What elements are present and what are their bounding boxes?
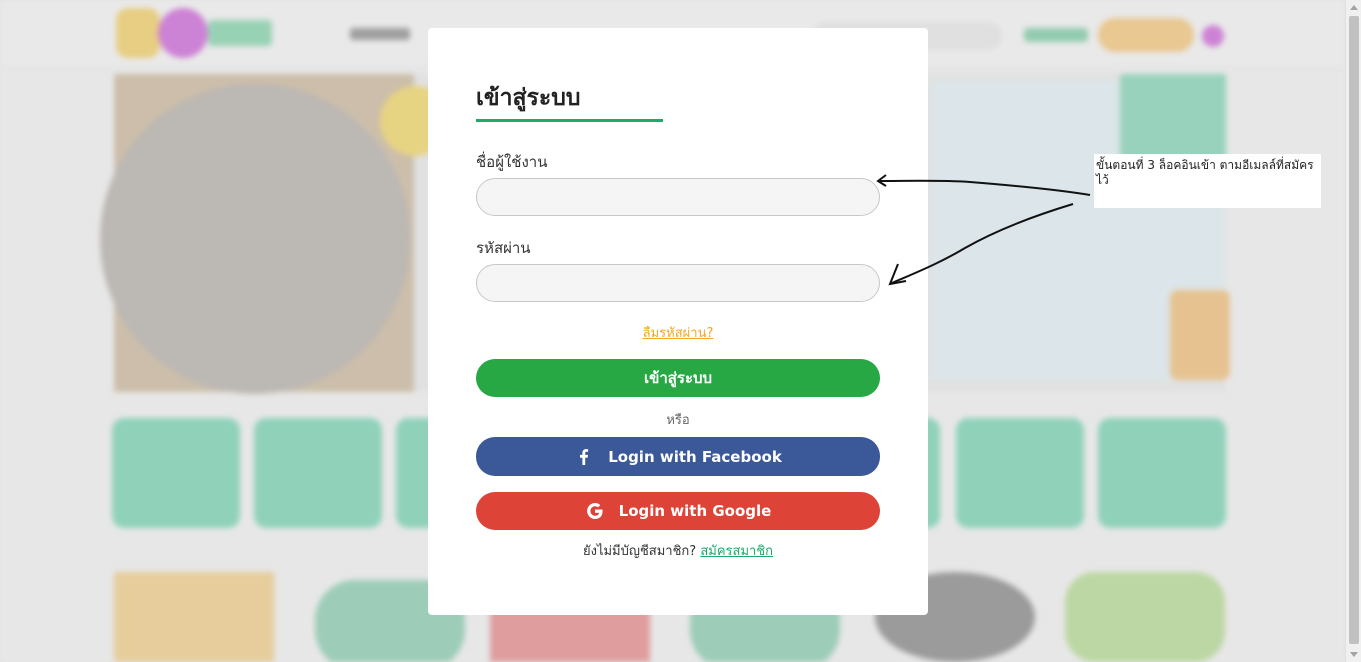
no-account-text: ยังไม่มีบัญชีสมาชิก? bbox=[582, 544, 697, 559]
password-input[interactable] bbox=[476, 264, 880, 302]
forgot-password-link[interactable]: ลืมรหัสผ่าน? bbox=[428, 322, 928, 343]
facebook-icon bbox=[574, 447, 594, 467]
username-input[interactable] bbox=[476, 178, 880, 216]
signup-link[interactable]: สมัครสมาชิก bbox=[700, 544, 773, 559]
instruction-note: ขั้นตอนที่ 3 ล็อคอินเข้า ตามอีเมลล์ที่สม… bbox=[1094, 154, 1321, 208]
title-underline bbox=[476, 119, 663, 122]
arrow-to-username-icon bbox=[879, 179, 1091, 196]
google-login-button[interactable]: Login with Google bbox=[476, 492, 880, 530]
google-button-label: Login with Google bbox=[618, 502, 772, 520]
facebook-login-button[interactable]: Login with Facebook bbox=[476, 437, 880, 476]
vertical-scrollbar[interactable] bbox=[1345, 0, 1361, 662]
scrollbar-thumb[interactable] bbox=[1349, 16, 1359, 644]
password-label: รหัสผ่าน bbox=[476, 239, 531, 257]
login-button[interactable]: เข้าสู่ระบบ bbox=[476, 359, 880, 397]
google-icon bbox=[585, 501, 605, 521]
modal-title: เข้าสู่ระบบ bbox=[476, 85, 581, 111]
annotation-arrows bbox=[876, 174, 1091, 286]
scroll-down-arrow-icon[interactable] bbox=[1350, 652, 1358, 657]
login-modal: เข้าสู่ระบบ ชื่อผู้ใช้งาน รหัสผ่าน ลืมรห… bbox=[428, 28, 928, 615]
or-divider: หรือ bbox=[666, 413, 690, 428]
facebook-button-label: Login with Facebook bbox=[608, 447, 782, 466]
scroll-up-arrow-icon[interactable] bbox=[1350, 5, 1358, 10]
arrow-to-password-icon bbox=[891, 203, 1074, 284]
signup-row: ยังไม่มีบัญชีสมาชิก? สมัครสมาชิก bbox=[428, 540, 928, 561]
username-label: ชื่อผู้ใช้งาน bbox=[476, 153, 548, 171]
